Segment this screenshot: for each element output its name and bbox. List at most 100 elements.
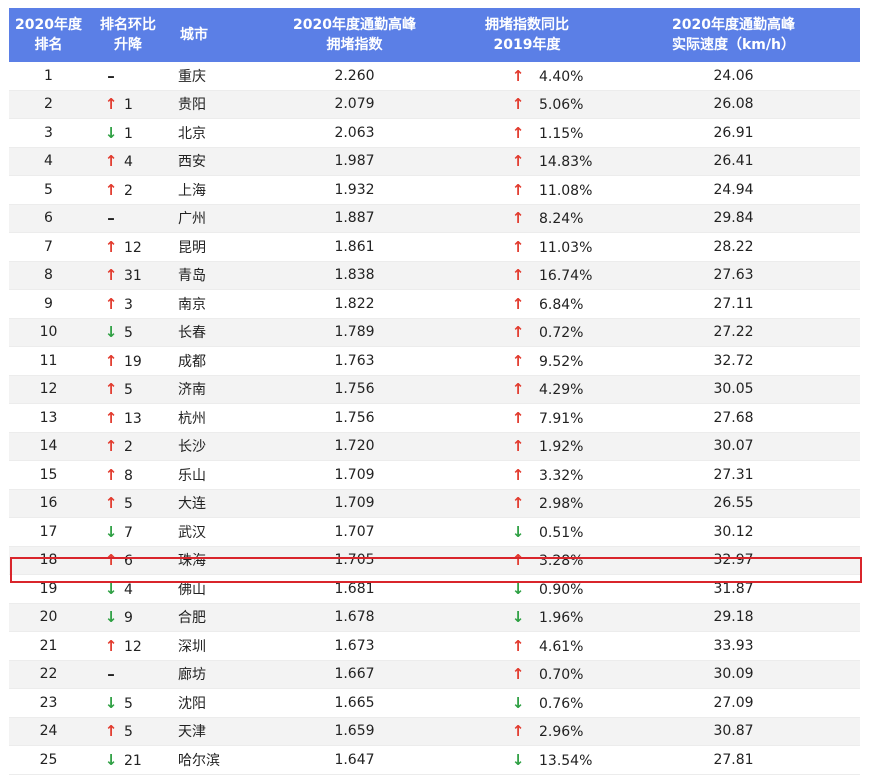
- table-row: 14 ↑ 2 长沙 1.720 ↑ 1.92% 30.07: [9, 432, 860, 461]
- yoy-inner: ↑ 4.29%: [511, 380, 584, 398]
- header-yoy-line1: 拥堵指数同比: [485, 17, 569, 33]
- cell-city: 长沙: [168, 432, 262, 461]
- yoy-value: 6.84%: [539, 296, 584, 313]
- yoy-inner: ↑ 11.03%: [511, 238, 593, 256]
- header-rank: 2020年度 排名: [9, 8, 88, 62]
- cell-city: 廊坊: [168, 660, 262, 689]
- cell-yoy-change: ↓ 0.90%: [447, 574, 607, 604]
- header-speed: 2020年度通勤高峰 实际速度（km/h）: [607, 8, 860, 62]
- arrow-down-icon: ↓: [104, 693, 118, 712]
- cell-rank: 10: [9, 318, 88, 347]
- rank-change-value: 5: [124, 496, 133, 513]
- cell-yoy-change: ↑ 1.92%: [447, 432, 607, 461]
- yoy-inner: ↑ 0.72%: [511, 323, 584, 341]
- cell-rank-change: ↑ 1: [88, 90, 168, 119]
- cell-speed: 30.09: [607, 660, 860, 689]
- table-row: 25 ↓ 21 哈尔滨 1.647 ↓ 13.54% 27.81: [9, 745, 860, 775]
- header-speed-line2: 实际速度（km/h）: [672, 37, 795, 53]
- rank-change-value: 6: [124, 553, 133, 570]
- cell-speed: 24.06: [607, 62, 860, 91]
- yoy-value: 13.54%: [539, 752, 593, 769]
- cell-congestion-index: 1.987: [262, 147, 447, 176]
- cell-rank-change: ↑ 8: [88, 460, 168, 490]
- cell-rank-change: ↓ 1: [88, 118, 168, 148]
- yoy-value: 3.32%: [539, 467, 584, 484]
- arrow-down-icon: ↓: [104, 608, 118, 627]
- cell-city: 广州: [168, 204, 262, 233]
- rank-change-value: 13: [124, 410, 142, 427]
- rank-change-value: 12: [124, 638, 142, 655]
- arrow-up-icon: ↑: [104, 351, 118, 370]
- table-row: 24 ↑ 5 天津 1.659 ↑ 2.96% 30.87: [9, 717, 860, 746]
- cell-yoy-change: ↓ 13.54%: [447, 745, 607, 775]
- cell-city: 南京: [168, 289, 262, 319]
- cell-city: 济南: [168, 375, 262, 404]
- table-row: 9 ↑ 3 南京 1.822 ↑ 6.84% 27.11: [9, 289, 860, 319]
- arrow-up-icon: ↑: [104, 722, 118, 741]
- congestion-ranking-table: 2020年度 排名 排名环比 升降 城市 2020年度通勤高峰 拥堵指数 拥堵指…: [9, 8, 860, 775]
- arrow-up-icon: ↑: [104, 294, 118, 313]
- table-row: 6– 广州 1.887 ↑ 8.24% 29.84: [9, 204, 860, 233]
- arrow-up-icon: ↑: [104, 237, 118, 256]
- yoy-value: 2.98%: [539, 496, 584, 513]
- arrow-down-icon: ↓: [104, 750, 118, 769]
- yoy-inner: ↑ 1.15%: [511, 124, 584, 142]
- cell-congestion-index: 1.659: [262, 717, 447, 746]
- table-row: 19 ↓ 4 佛山 1.681 ↓ 0.90% 31.87: [9, 574, 860, 604]
- cell-yoy-change: ↑ 7.91%: [447, 403, 607, 433]
- cell-city: 合肥: [168, 603, 262, 632]
- cell-congestion-index: 1.756: [262, 375, 447, 404]
- cell-rank-change: ↑ 2: [88, 175, 168, 205]
- rank-change-value: 7: [124, 524, 133, 541]
- cell-yoy-change: ↑ 2.98%: [447, 489, 607, 518]
- cell-speed: 31.87: [607, 574, 860, 604]
- rank-change-value: 1: [124, 97, 133, 114]
- header-rank-line1: 2020年度: [15, 17, 82, 33]
- cell-yoy-change: ↑ 11.08%: [447, 175, 607, 205]
- rank-change-value: 5: [124, 382, 133, 399]
- arrow-up-icon: ↑: [511, 66, 525, 85]
- yoy-value: 0.70%: [539, 667, 584, 684]
- cell-yoy-change: ↑ 1.15%: [447, 118, 607, 148]
- dash-icon: –: [107, 66, 115, 85]
- cell-congestion-index: 1.887: [262, 204, 447, 233]
- arrow-up-icon: ↑: [511, 152, 525, 171]
- yoy-value: 11.08%: [539, 182, 593, 199]
- rank-change-value: 1: [124, 125, 133, 142]
- cell-yoy-change: ↑ 9.52%: [447, 346, 607, 376]
- cell-city: 天津: [168, 717, 262, 746]
- cell-rank: 11: [9, 346, 88, 376]
- cell-yoy-change: ↑ 16.74%: [447, 261, 607, 290]
- cell-rank-change: ↑ 4: [88, 147, 168, 176]
- arrow-down-icon: ↓: [104, 323, 118, 342]
- header-change: 排名环比 升降: [88, 8, 168, 62]
- cell-rank: 1: [9, 62, 88, 91]
- yoy-inner: ↑ 7.91%: [511, 409, 584, 427]
- yoy-inner: ↑ 14.83%: [511, 152, 593, 171]
- cell-speed: 26.55: [607, 489, 860, 518]
- arrow-up-icon: ↑: [511, 95, 525, 114]
- yoy-value: 1.15%: [539, 125, 584, 142]
- yoy-inner: ↑ 2.98%: [511, 494, 584, 513]
- header-row: 2020年度 排名 排名环比 升降 城市 2020年度通勤高峰 拥堵指数 拥堵指…: [9, 8, 860, 62]
- cell-rank: 17: [9, 517, 88, 547]
- table-row: 12 ↑ 5 济南 1.756 ↑ 4.29% 30.05: [9, 375, 860, 404]
- cell-city: 哈尔滨: [168, 745, 262, 775]
- yoy-inner: ↑ 0.70%: [511, 665, 584, 684]
- arrow-up-icon: ↑: [104, 266, 118, 285]
- header-yoy: 拥堵指数同比 2019年度: [447, 8, 607, 62]
- cell-yoy-change: ↑ 2.96%: [447, 717, 607, 746]
- cell-speed: 32.97: [607, 546, 860, 575]
- table-row: 23 ↓ 5 沈阳 1.665 ↓ 0.76% 27.09: [9, 688, 860, 718]
- yoy-inner: ↑ 16.74%: [511, 266, 593, 284]
- cell-yoy-change: ↓ 0.76%: [447, 688, 607, 718]
- table-row: 13 ↑ 13 杭州 1.756 ↑ 7.91% 27.68: [9, 403, 860, 433]
- cell-rank-change: ↑ 12: [88, 232, 168, 262]
- arrow-up-icon: ↑: [104, 380, 118, 399]
- cell-rank-change: ↑ 19: [88, 346, 168, 376]
- cell-city: 武汉: [168, 517, 262, 547]
- dash-icon: –: [107, 209, 115, 228]
- cell-city: 杭州: [168, 403, 262, 433]
- table-row: 5 ↑ 2 上海 1.932 ↑ 11.08% 24.94: [9, 175, 860, 205]
- cell-city: 北京: [168, 118, 262, 148]
